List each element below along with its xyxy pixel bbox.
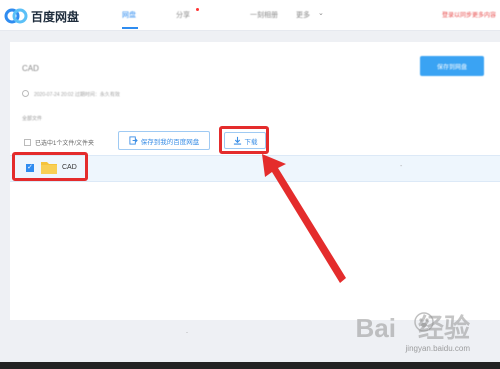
file-row-highlight-box bbox=[12, 152, 88, 181]
clock-icon bbox=[22, 90, 29, 97]
brand-name[interactable]: 百度网盘 bbox=[31, 8, 79, 25]
watermark-url: jingyan.baidu.com bbox=[405, 344, 470, 353]
select-all-checkbox[interactable] bbox=[24, 139, 31, 146]
nav-tab-share[interactable]: 分享 bbox=[176, 10, 190, 20]
share-content-panel: CAD 2020-07-24 20:02 过期时间：永久有效 保存到网盘 全部文… bbox=[10, 42, 500, 320]
footer-mark: - bbox=[186, 330, 188, 336]
save-to-netdisk-top-button[interactable]: 保存到网盘 bbox=[420, 56, 484, 76]
baidu-netdisk-logo-icon[interactable] bbox=[4, 5, 28, 25]
notification-dot-icon bbox=[196, 8, 199, 11]
nav-tab-more[interactable]: 更多 bbox=[296, 10, 310, 20]
bottom-edge-bar bbox=[0, 362, 500, 369]
share-title: CAD bbox=[22, 64, 39, 73]
nav-tab-netdisk[interactable]: 网盘 bbox=[122, 10, 136, 20]
select-all-control[interactable]: 已选中1个文件/文件夹 bbox=[24, 138, 94, 147]
account-notice-link[interactable]: 登录以同步更多内容 bbox=[442, 10, 496, 19]
nav-tab-photo-album[interactable]: 一刻相册 bbox=[250, 10, 278, 20]
watermark-logo: Bai 经验 bbox=[355, 313, 470, 343]
share-meta-info: 2020-07-24 20:02 过期时间：永久有效 bbox=[34, 92, 120, 98]
file-size: - bbox=[400, 163, 403, 170]
top-navigation-bar: 百度网盘 网盘 分享 一刻相册 更多 ⌄ 登录以同步更多内容 bbox=[0, 0, 500, 31]
download-highlight-box bbox=[219, 126, 269, 154]
breadcrumb-all-files[interactable]: 全部文件 bbox=[22, 115, 42, 122]
active-tab-indicator bbox=[122, 27, 138, 29]
save-to-disk-icon bbox=[129, 136, 138, 145]
chevron-down-icon[interactable]: ⌄ bbox=[318, 9, 324, 17]
selection-count-label: 已选中1个文件/文件夹 bbox=[35, 141, 95, 147]
save-to-my-netdisk-button[interactable]: 保存到我的百度网盘 bbox=[118, 131, 210, 150]
